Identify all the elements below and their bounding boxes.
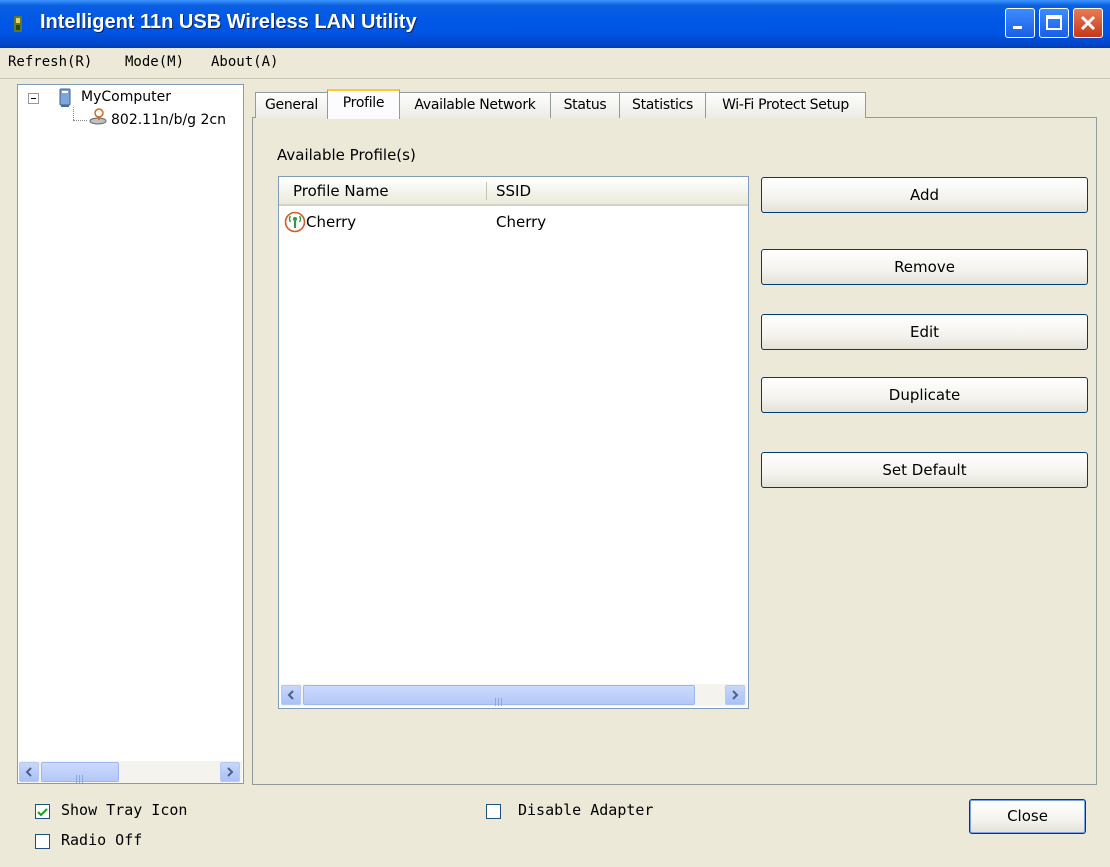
chevron-right-icon (732, 690, 739, 700)
computer-icon (58, 88, 72, 112)
profile-name-cell: Cherry (306, 213, 357, 231)
show-tray-icon-label[interactable]: Show Tray Icon (61, 801, 187, 819)
edit-button[interactable]: Edit (761, 314, 1088, 350)
remove-button[interactable]: Remove (761, 249, 1088, 285)
column-divider[interactable] (486, 182, 487, 200)
tab-wifi-protect-setup[interactable]: Wi-Fi Protect Setup (705, 92, 866, 118)
column-header-ssid[interactable]: SSID (496, 182, 531, 200)
tree-connector (73, 107, 74, 120)
chevron-left-icon (287, 690, 294, 700)
scroll-thumb[interactable] (41, 762, 119, 783)
list-horizontal-scrollbar[interactable] (281, 684, 747, 706)
show-tray-icon-checkbox[interactable] (35, 804, 50, 819)
tree-horizontal-scrollbar[interactable] (19, 761, 242, 783)
chevron-right-icon (227, 767, 234, 777)
close-button[interactable]: Close (969, 799, 1086, 834)
tab-available-network[interactable]: Available Network (399, 92, 551, 118)
radio-off-checkbox[interactable] (35, 834, 50, 849)
tab-general[interactable]: General (255, 92, 328, 118)
menu-about[interactable]: About(A) (211, 54, 278, 70)
close-icon (1080, 15, 1096, 31)
scroll-left-button[interactable] (281, 685, 301, 705)
close-window-button[interactable] (1073, 8, 1103, 38)
scroll-left-button[interactable] (19, 762, 39, 782)
scroll-right-button[interactable] (725, 685, 745, 705)
set-default-button[interactable]: Set Default (761, 452, 1088, 488)
minimize-icon (1013, 26, 1022, 29)
wireless-profile-icon (284, 211, 306, 237)
scroll-thumb[interactable] (303, 685, 695, 706)
chevron-left-icon (25, 767, 32, 777)
radio-off-label[interactable]: Radio Off (61, 831, 142, 849)
window-title: Intelligent 11n USB Wireless LAN Utility (40, 11, 417, 33)
menu-refresh[interactable]: Refresh(R) (8, 54, 92, 70)
tab-profile[interactable]: Profile (327, 89, 400, 119)
disable-adapter-label[interactable]: Disable Adapter (518, 801, 653, 819)
tree-adapter-label[interactable]: 802.11n/b/g 2cn (111, 112, 226, 128)
add-button[interactable]: Add (761, 177, 1088, 213)
app-window: Intelligent 11n USB Wireless LAN Utility… (0, 0, 1110, 867)
profile-list[interactable]: Profile Name SSID Cherry Cherry (278, 176, 749, 709)
tab-status[interactable]: Status (550, 92, 620, 118)
column-header-profile-name[interactable]: Profile Name (293, 182, 389, 200)
title-bar[interactable]: Intelligent 11n USB Wireless LAN Utility (0, 0, 1110, 48)
maximize-button[interactable] (1039, 8, 1069, 38)
list-item[interactable]: Cherry Cherry (279, 210, 748, 234)
maximize-icon (1046, 15, 1062, 30)
ssid-cell: Cherry (496, 213, 547, 231)
scroll-right-button[interactable] (220, 762, 240, 782)
disable-adapter-checkbox[interactable] (486, 804, 501, 819)
duplicate-button[interactable]: Duplicate (761, 377, 1088, 413)
tree-connector (73, 120, 87, 121)
wireless-app-icon (8, 14, 28, 34)
menu-mode[interactable]: Mode(M) (125, 54, 184, 70)
tree-root-label[interactable]: MyComputer (81, 89, 171, 105)
menu-bar: Refresh(R) Mode(M) About(A) (0, 48, 1110, 79)
device-tree[interactable]: MyComputer 802.11n/b/g 2cn (17, 84, 244, 784)
minimize-button[interactable] (1005, 8, 1035, 38)
available-profiles-label: Available Profile(s) (277, 146, 416, 164)
tree-collapse-toggle[interactable] (28, 93, 39, 104)
wireless-adapter-icon (88, 108, 108, 130)
checkmark-icon (37, 808, 48, 817)
list-header: Profile Name SSID (279, 177, 748, 206)
tab-statistics[interactable]: Statistics (619, 92, 706, 118)
